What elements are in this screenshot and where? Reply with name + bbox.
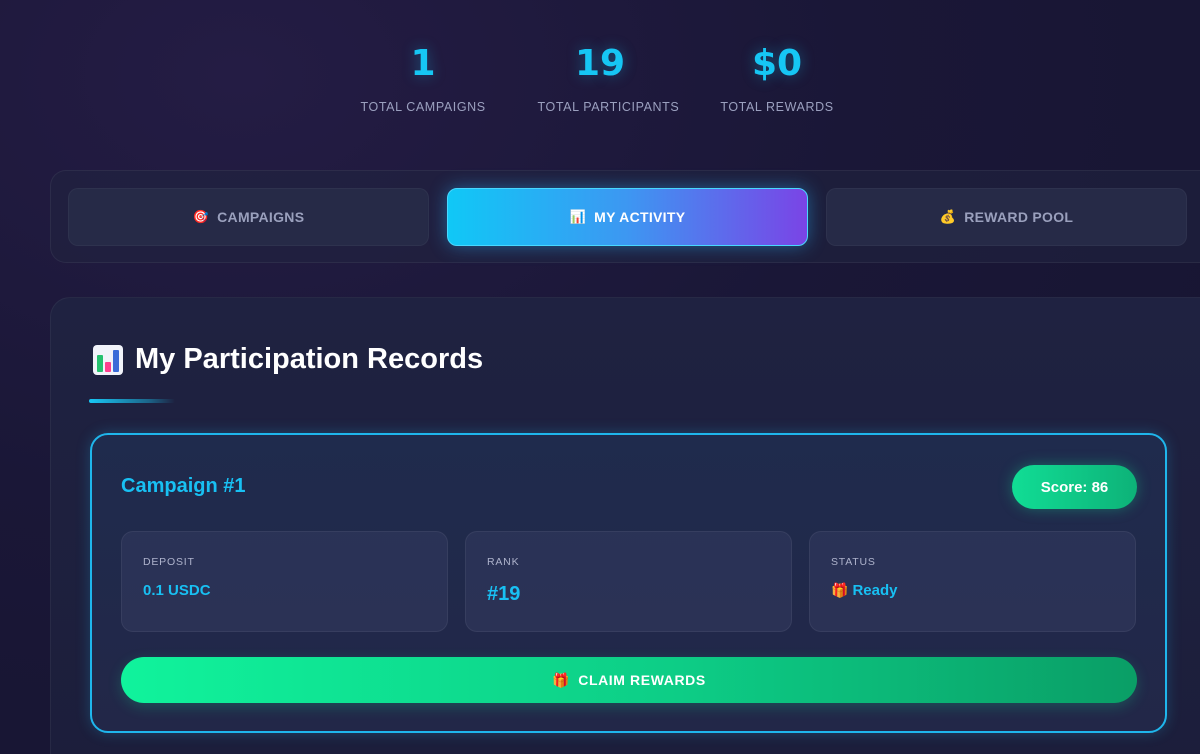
- campaign-title: Campaign #1: [121, 475, 246, 497]
- tab-label: MY ACTIVITY: [594, 209, 686, 225]
- rank-label: RANK: [487, 556, 520, 568]
- campaign-card: Campaign #1 Score: 86 DEPOSIT 0.1 USDC R…: [90, 433, 1167, 733]
- stats-bar: 1 TOTAL CAMPAIGNS 19 TOTAL PARTICIPANTS …: [0, 42, 1200, 114]
- deposit-label: DEPOSIT: [143, 556, 195, 568]
- section-title: My Participation Records: [93, 343, 483, 376]
- tab-campaigns[interactable]: 🎯 CAMPAIGNS: [68, 188, 429, 246]
- claim-rewards-label: CLAIM REWARDS: [578, 672, 706, 688]
- section-title-text: My Participation Records: [135, 343, 484, 375]
- tab-bar: 🎯 CAMPAIGNS 📊 MY ACTIVITY 💰 REWARD POOL: [50, 170, 1200, 263]
- participation-section: My Participation Records Campaign #1 Sco…: [50, 297, 1200, 754]
- tab-my-activity[interactable]: 📊 MY ACTIVITY: [447, 188, 808, 246]
- app-page: 1 TOTAL CAMPAIGNS 19 TOTAL PARTICIPANTS …: [0, 0, 1200, 754]
- bar-chart-icon: [93, 344, 123, 375]
- stat-total-campaigns: 1 TOTAL CAMPAIGNS: [361, 42, 486, 114]
- target-icon: 🎯: [192, 209, 210, 224]
- stat-total-rewards: $0 TOTAL REWARDS: [715, 42, 840, 114]
- rank-box: RANK #19: [465, 531, 792, 632]
- status-label: STATUS: [831, 556, 876, 568]
- gift-icon: 🎁: [831, 582, 849, 598]
- status-value: 🎁 Ready: [831, 582, 897, 599]
- gift-icon: 🎁: [552, 671, 571, 688]
- bar-chart-icon: 📊: [569, 209, 587, 224]
- stat-value: 1: [410, 43, 436, 84]
- deposit-value: 0.1 USDC: [143, 582, 211, 599]
- deposit-box: DEPOSIT 0.1 USDC: [121, 531, 448, 632]
- rank-value: #19: [487, 583, 521, 605]
- stat-label: TOTAL CAMPAIGNS: [360, 100, 486, 114]
- score-badge: Score: 86: [1012, 465, 1137, 509]
- stat-value: $0: [751, 43, 803, 84]
- tab-label: REWARD POOL: [964, 209, 1074, 225]
- stat-label: TOTAL REWARDS: [720, 100, 834, 114]
- title-underline: [89, 399, 175, 403]
- status-box: STATUS 🎁 Ready: [809, 531, 1136, 632]
- money-bag-icon: 💰: [939, 209, 957, 224]
- claim-rewards-button[interactable]: 🎁 CLAIM REWARDS: [121, 657, 1137, 703]
- tab-reward-pool[interactable]: 💰 REWARD POOL: [826, 188, 1187, 246]
- stat-total-participants: 19 TOTAL PARTICIPANTS: [537, 42, 680, 114]
- stat-value: 19: [574, 43, 626, 84]
- stat-label: TOTAL PARTICIPANTS: [537, 100, 680, 114]
- tab-label: CAMPAIGNS: [217, 209, 305, 225]
- status-text: Ready: [852, 582, 898, 599]
